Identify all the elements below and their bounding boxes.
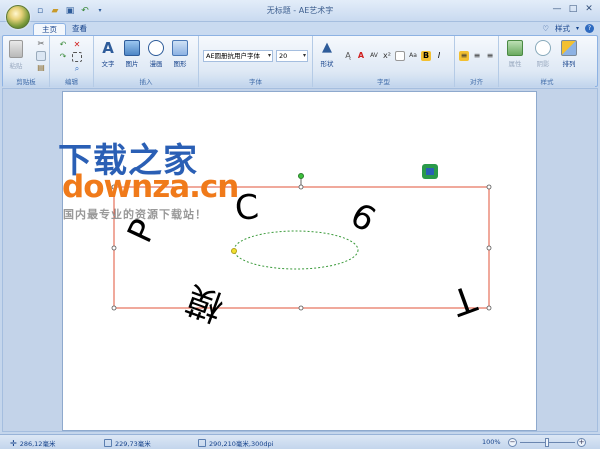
resize-handle[interactable] [486,305,492,311]
green-object-inner [426,168,434,175]
zoom-slider-thumb[interactable] [545,438,549,447]
app-menu-button[interactable] [6,5,30,29]
resize-handle[interactable] [486,245,492,251]
rotate-handle[interactable] [298,173,304,179]
resize-handle[interactable] [111,305,117,311]
status-cursor-pos: ✛ 286,12毫米 [10,438,56,449]
watermark-en: downza.cn [62,169,239,205]
art-text-layer[interactable]: P C 6 T 模 [0,0,600,449]
text-path-ellipse[interactable] [233,230,359,270]
watermark-sub: 国内最专业的资源下载站！ [63,208,207,221]
crosshair-icon: ✛ [10,438,17,448]
path-start-handle[interactable] [231,248,237,254]
page-size-icon [198,439,206,447]
art-char-6: 6 [344,195,383,240]
zoom-out-button[interactable]: − [508,438,517,447]
resize-handle[interactable] [298,305,304,311]
resize-handle[interactable] [111,245,117,251]
resize-handle[interactable] [298,184,304,190]
art-char-mo: 模 [181,277,229,328]
art-char-t: T [445,276,482,323]
status-page-size: 290,210毫米,300dpi [198,438,273,448]
position-icon [104,439,112,447]
status-object-pos: 229,73毫米 [104,438,151,448]
resize-handle[interactable] [486,184,492,190]
status-bar: ✛ 286,12毫米 229,73毫米 290,210毫米,300dpi 100… [0,434,600,449]
zoom-level: 100% [482,438,501,446]
zoom-in-button[interactable]: + [577,438,586,447]
